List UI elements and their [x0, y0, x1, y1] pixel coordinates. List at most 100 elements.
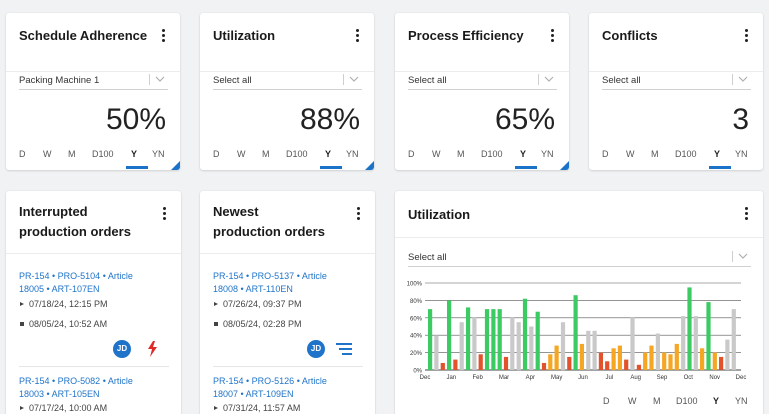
period-tab-w[interactable]: W: [43, 149, 52, 159]
period-tab-d[interactable]: D: [602, 149, 609, 159]
kpi-value: 50%: [105, 103, 166, 136]
chart-period-tab-d100[interactable]: D100: [676, 396, 698, 406]
period-tab-m[interactable]: M: [457, 149, 465, 159]
resize-corner-icon[interactable]: [365, 161, 374, 170]
period-tab-yn[interactable]: YN: [735, 149, 748, 159]
bar: [434, 335, 439, 370]
period-tab-yn[interactable]: YN: [152, 149, 165, 159]
start-time: 07/31/24, 11:57 AM: [213, 402, 363, 414]
divider: [19, 366, 169, 367]
list-item[interactable]: PR-154 • PRO-5082 • Article 18003 • ART-…: [19, 375, 169, 414]
period-tab-d[interactable]: D: [19, 149, 26, 159]
period-tab-w[interactable]: W: [237, 149, 246, 159]
more-menu-icon[interactable]: [158, 27, 168, 43]
order-link[interactable]: 18008 • ART-110EN: [213, 283, 363, 296]
more-menu-icon[interactable]: [353, 205, 363, 221]
bar: [712, 352, 717, 370]
order-link[interactable]: PR-154 • PRO-5082 • Article: [19, 375, 169, 388]
chart-period-tab-w[interactable]: W: [628, 396, 637, 406]
more-menu-icon[interactable]: [352, 27, 362, 43]
sort-lines-icon[interactable]: [336, 343, 352, 355]
period-tab-d100[interactable]: D100: [92, 149, 114, 159]
period-tab-d[interactable]: D: [408, 149, 415, 159]
utilization-chart-card: Utilization Select all 0% 20% 40% 60% 80% 100…: [395, 191, 763, 414]
y-tick-label: 40%: [410, 334, 423, 340]
period-tab-y[interactable]: Y: [131, 149, 137, 159]
bar: [459, 322, 464, 371]
order-link[interactable]: PR-154 • PRO-5137 • Article: [213, 270, 363, 283]
bar: [503, 356, 509, 370]
resize-corner-icon[interactable]: [560, 161, 569, 170]
period-tab-d[interactable]: D: [213, 149, 220, 159]
period-tab-yn[interactable]: YN: [541, 149, 554, 159]
bar: [598, 352, 603, 370]
filter-select[interactable]: Select all: [408, 70, 557, 90]
more-menu-icon[interactable]: [741, 27, 751, 43]
x-tick-label: Jun: [578, 375, 588, 381]
chart-period-tab-d[interactable]: D: [603, 396, 610, 406]
period-tab-y[interactable]: Y: [520, 149, 526, 159]
avatar[interactable]: JD: [307, 340, 325, 358]
chart-period-tab-yn[interactable]: YN: [735, 396, 748, 406]
period-tab-yn[interactable]: YN: [346, 149, 359, 159]
filter-select[interactable]: Select all: [602, 70, 751, 90]
list-item[interactable]: PR-154 • PRO-5104 • Article 18005 • ART-…: [19, 270, 169, 331]
bar: [605, 361, 610, 370]
card-title: Utilization: [213, 28, 276, 43]
filter-select[interactable]: Packing Machine 1: [19, 70, 168, 90]
period-tab-y[interactable]: Y: [325, 149, 331, 159]
list-item[interactable]: PR-154 • PRO-5126 • Article 18007 • ART-…: [213, 375, 363, 414]
chevron-down-icon: [738, 76, 748, 82]
active-period-indicator: [320, 166, 342, 169]
resize-corner-icon[interactable]: [171, 161, 180, 170]
bar: [630, 317, 635, 370]
interrupt-icon[interactable]: [146, 341, 158, 357]
period-tab-w[interactable]: W: [432, 149, 441, 159]
avatar[interactable]: JD: [113, 340, 131, 358]
x-tick-label: Oct: [684, 375, 694, 381]
chevron-down-icon: [155, 76, 165, 82]
x-tick-label: Sep: [657, 375, 668, 381]
divider: [6, 253, 181, 254]
chart-period-tab-y[interactable]: Y: [713, 396, 719, 406]
bar: [636, 364, 641, 370]
kpi-card: Schedule Adherence Packing Machine 1 50%…: [6, 13, 180, 170]
chevron-down-icon: [544, 76, 554, 82]
utilization-bar-chart: 0% 20% 40% 60% 80% 100% Dec Jan Feb Mar Apr May Jun J…: [407, 282, 747, 382]
y-tick-label: 0%: [413, 369, 422, 375]
end-time: 08/05/24, 02:28 PM: [213, 318, 363, 331]
start-time: 07/26/24, 09:37 PM: [213, 298, 363, 311]
period-tab-m[interactable]: M: [651, 149, 659, 159]
period-tab-d100[interactable]: D100: [286, 149, 308, 159]
card-title: Process Efficiency: [408, 28, 524, 43]
order-link[interactable]: PR-154 • PRO-5104 • Article: [19, 270, 169, 283]
period-tab-w[interactable]: W: [626, 149, 635, 159]
newest-orders-card: Newest production orders PR-154 • PRO-51…: [200, 191, 375, 414]
more-menu-icon[interactable]: [159, 205, 169, 221]
period-tab-m[interactable]: M: [68, 149, 76, 159]
list-item[interactable]: PR-154 • PRO-5137 • Article 18008 • ART-…: [213, 270, 363, 331]
y-tick-label: 80%: [410, 299, 423, 305]
interrupted-orders-card: Interrupted production orders PR-154 • P…: [6, 191, 181, 414]
divider: [200, 253, 375, 254]
kpi-card: Conflicts Select all 3 D W M D100 Y YN: [589, 13, 763, 170]
chart-period-tab-m[interactable]: M: [653, 396, 661, 406]
x-tick-label: Dec: [420, 375, 431, 381]
period-tab-y[interactable]: Y: [714, 149, 720, 159]
active-period-indicator: [126, 166, 148, 169]
period-tab-d100[interactable]: D100: [481, 149, 503, 159]
bar: [649, 345, 654, 370]
order-link[interactable]: PR-154 • PRO-5126 • Article: [213, 375, 363, 388]
bar: [662, 352, 667, 370]
more-menu-icon[interactable]: [547, 27, 557, 43]
active-period-indicator: [515, 166, 537, 169]
bar: [529, 326, 534, 370]
order-link[interactable]: 18005 • ART-107EN: [19, 283, 169, 296]
x-tick-label: Apr: [526, 375, 535, 381]
start-time: 07/18/24, 12:15 PM: [19, 298, 169, 311]
period-tab-d100[interactable]: D100: [675, 149, 697, 159]
order-link[interactable]: 18003 • ART-105EN: [19, 388, 169, 401]
filter-select[interactable]: Select all: [213, 70, 362, 90]
order-link[interactable]: 18007 • ART-109EN: [213, 388, 363, 401]
period-tab-m[interactable]: M: [262, 149, 270, 159]
